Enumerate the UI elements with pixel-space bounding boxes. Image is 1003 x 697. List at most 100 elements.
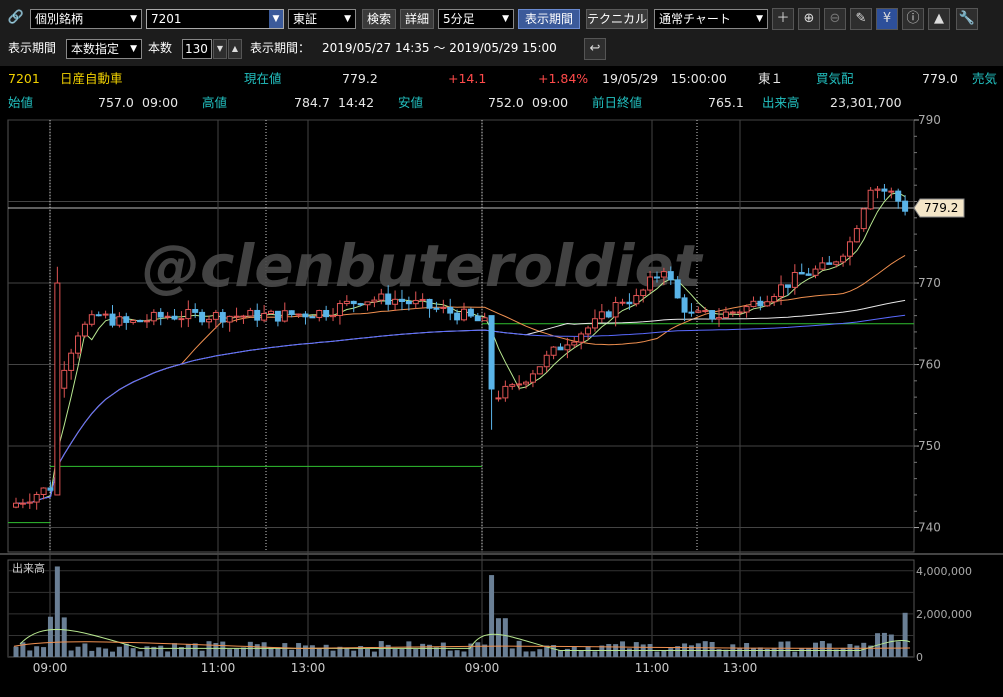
volume-bar — [475, 642, 481, 657]
chevron-down-icon[interactable]: ▼ — [269, 10, 283, 28]
volume-bar — [206, 641, 212, 657]
increment-icon[interactable]: ▲ — [228, 39, 242, 59]
candle-up — [336, 303, 343, 317]
volume-bar — [509, 648, 515, 657]
candle-up — [233, 315, 240, 318]
period-button[interactable]: 表示期間 — [518, 9, 580, 29]
return-icon[interactable]: ↩ — [584, 38, 606, 60]
candle-down — [902, 200, 909, 212]
code-input[interactable]: 7201 ▼ — [146, 9, 284, 29]
candle-up — [378, 293, 385, 301]
volume-bar — [399, 649, 405, 657]
candle-down — [681, 297, 688, 313]
candle-down — [47, 487, 54, 491]
volume-bar — [571, 646, 577, 657]
volume-bar — [592, 651, 598, 657]
candle-up — [729, 311, 736, 314]
candle-down — [798, 271, 805, 275]
area-chart-icon[interactable]: ▲ — [928, 8, 950, 30]
candle-up — [736, 311, 743, 314]
wrench-icon[interactable]: 🔧 — [956, 8, 978, 30]
candle-up — [440, 306, 447, 309]
low-time: 09:00 — [532, 95, 569, 110]
candle-up — [261, 313, 268, 321]
candle-up — [226, 315, 233, 323]
volume-bar — [495, 618, 501, 657]
detail-button[interactable]: 詳細 — [400, 9, 434, 29]
volume-bar — [654, 651, 660, 657]
volume-bar — [378, 641, 384, 657]
market-select[interactable]: 東証 ▼ — [288, 9, 356, 29]
mode-select[interactable]: 個別銘柄 ▼ — [30, 9, 142, 29]
volume-bar — [27, 650, 33, 657]
volume-bar — [254, 644, 260, 657]
volume-bar — [537, 649, 543, 657]
candle-up — [819, 262, 826, 270]
quote-row-1: 7201 日産自動車 現在値 779.2 +14.1 +1.84% 19/05/… — [0, 68, 1003, 90]
candle-up — [778, 284, 785, 298]
volume-bar — [902, 612, 908, 657]
volume-bar — [123, 643, 129, 657]
yen-icon[interactable]: ¥ — [876, 8, 898, 30]
volume-bar — [771, 648, 777, 657]
link-icon[interactable]: 🔗 — [6, 8, 26, 30]
interval-select[interactable]: 5分足 ▼ — [438, 9, 514, 29]
volume-bar — [585, 646, 591, 657]
volume-bar — [888, 634, 894, 657]
chart-grid — [0, 119, 1003, 658]
volume-bar — [895, 641, 901, 657]
candle-down — [881, 188, 888, 192]
candle-up — [164, 315, 171, 318]
volume-bar — [199, 650, 205, 657]
zoom-in-icon[interactable]: ⊕ — [798, 8, 820, 30]
candle-down — [667, 271, 674, 281]
low-value: 752.0 — [488, 95, 524, 110]
zoom-out-icon[interactable]: ⊖ — [824, 8, 846, 30]
volume-bar — [296, 643, 302, 657]
candle-up — [268, 310, 275, 315]
volume-bar — [757, 647, 763, 657]
volume-bar — [578, 650, 584, 657]
price-chart[interactable]: @clenbuteroldiet 790 770 760 750 740 779.2 4,0… — [0, 114, 1003, 697]
volume-y-tick-label: 4,000,000 — [916, 565, 972, 578]
price-panel-border — [7, 119, 915, 553]
technical-button[interactable]: テクニカル — [586, 9, 648, 29]
candle-down — [109, 313, 116, 326]
candle-up — [178, 318, 185, 321]
x-tick-label: 13:00 — [291, 661, 326, 675]
volume-bar — [227, 649, 233, 657]
candle-down — [192, 309, 199, 313]
candle-up — [550, 346, 557, 356]
candle-down — [350, 300, 357, 305]
volume-bar — [489, 575, 495, 657]
candle-up — [516, 383, 523, 386]
volume-bar — [881, 632, 887, 657]
watermark-text: @clenbuteroldiet — [142, 232, 704, 300]
crosshair-icon[interactable]: ＋ — [772, 8, 794, 30]
info-icon[interactable]: ⓘ — [902, 8, 924, 30]
volume-bar — [89, 650, 95, 657]
search-button[interactable]: 検索 — [362, 9, 396, 29]
period-mode-select[interactable]: 本数指定 ▼ — [66, 39, 142, 59]
candle-up — [695, 310, 702, 313]
chart-type-select[interactable]: 通常チャート ▼ — [654, 9, 768, 29]
candle-up — [536, 366, 543, 375]
volume-bar — [234, 648, 240, 657]
decrement-icon[interactable]: ▼ — [213, 39, 227, 59]
volume-bar — [103, 648, 109, 657]
volume-bar — [385, 644, 391, 657]
pencil-icon[interactable]: ✎ — [850, 8, 872, 30]
candle-up — [888, 190, 895, 193]
range-value: 2019/05/27 14:35 ～ 2019/05/29 15:00 — [322, 41, 557, 55]
volume-bar — [75, 646, 81, 657]
volume-bar — [530, 651, 536, 657]
candle-down — [433, 307, 440, 310]
volume-bar — [785, 641, 791, 657]
volume-bar — [854, 645, 860, 657]
count-input[interactable]: 130 — [182, 39, 212, 59]
volume-title: 出来高 — [12, 561, 45, 575]
volume-bar — [172, 643, 178, 657]
volume-bar — [840, 647, 846, 657]
candle-up — [212, 312, 219, 320]
volume-bar — [351, 650, 357, 657]
